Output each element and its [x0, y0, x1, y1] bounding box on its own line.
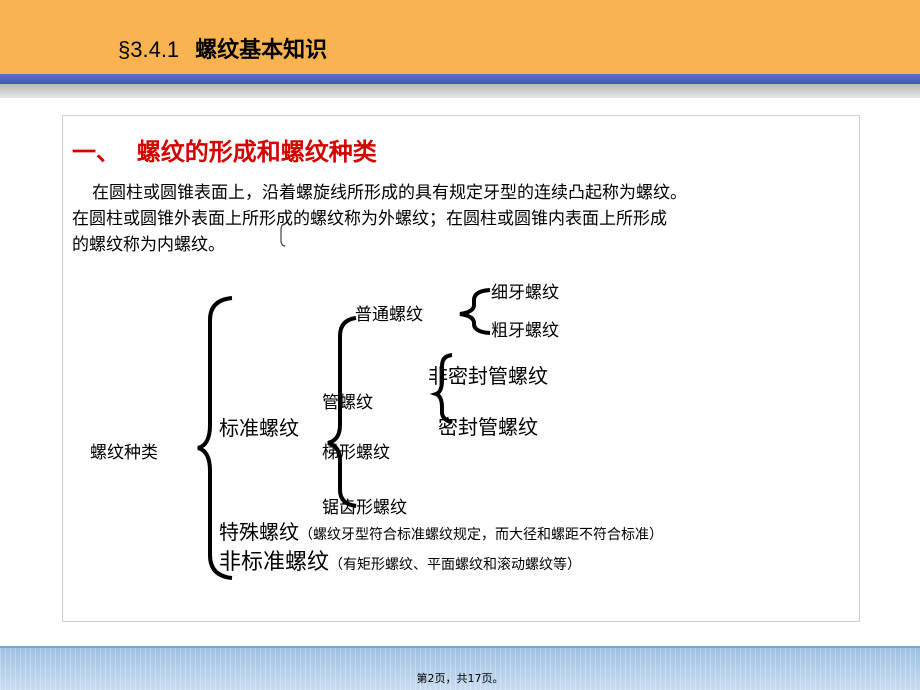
special-row: 特殊螺纹（螺纹牙型符合标准螺纹规定，而大径和螺距不符合标准）	[219, 516, 663, 545]
sealed-pipe-label: 密封管螺纹	[438, 415, 538, 439]
fine-label: 细牙螺纹	[491, 283, 559, 303]
trapezoid-label: 梯形螺纹	[322, 443, 390, 463]
page-number: 第2页，共17页。	[416, 672, 504, 685]
nonstandard-row: 非标准螺纹（有矩形螺纹、平面螺纹和滚动螺纹等）	[219, 544, 581, 576]
coarse-label: 粗牙螺纹	[491, 321, 559, 341]
non-sealed-pipe-label: 非密封管螺纹	[428, 364, 548, 388]
classification-brackets	[197, 288, 491, 580]
special-note: （螺纹牙型符合标准螺纹规定，而大径和螺距不符合标准）	[299, 527, 663, 543]
nonstandard-note: （有矩形螺纹、平面螺纹和滚动螺纹等）	[329, 557, 582, 573]
pipe-label: 管螺纹	[322, 393, 373, 413]
special-label: 特殊螺纹	[219, 520, 299, 544]
buttress-label: 锯齿形螺纹	[322, 498, 407, 518]
common-brace	[459, 288, 491, 335]
standard-label: 标准螺纹	[219, 416, 299, 440]
nonstandard-label: 非标准螺纹	[219, 550, 330, 575]
common-label: 普通螺纹	[355, 305, 423, 325]
root-label: 螺纹种类	[90, 443, 158, 463]
